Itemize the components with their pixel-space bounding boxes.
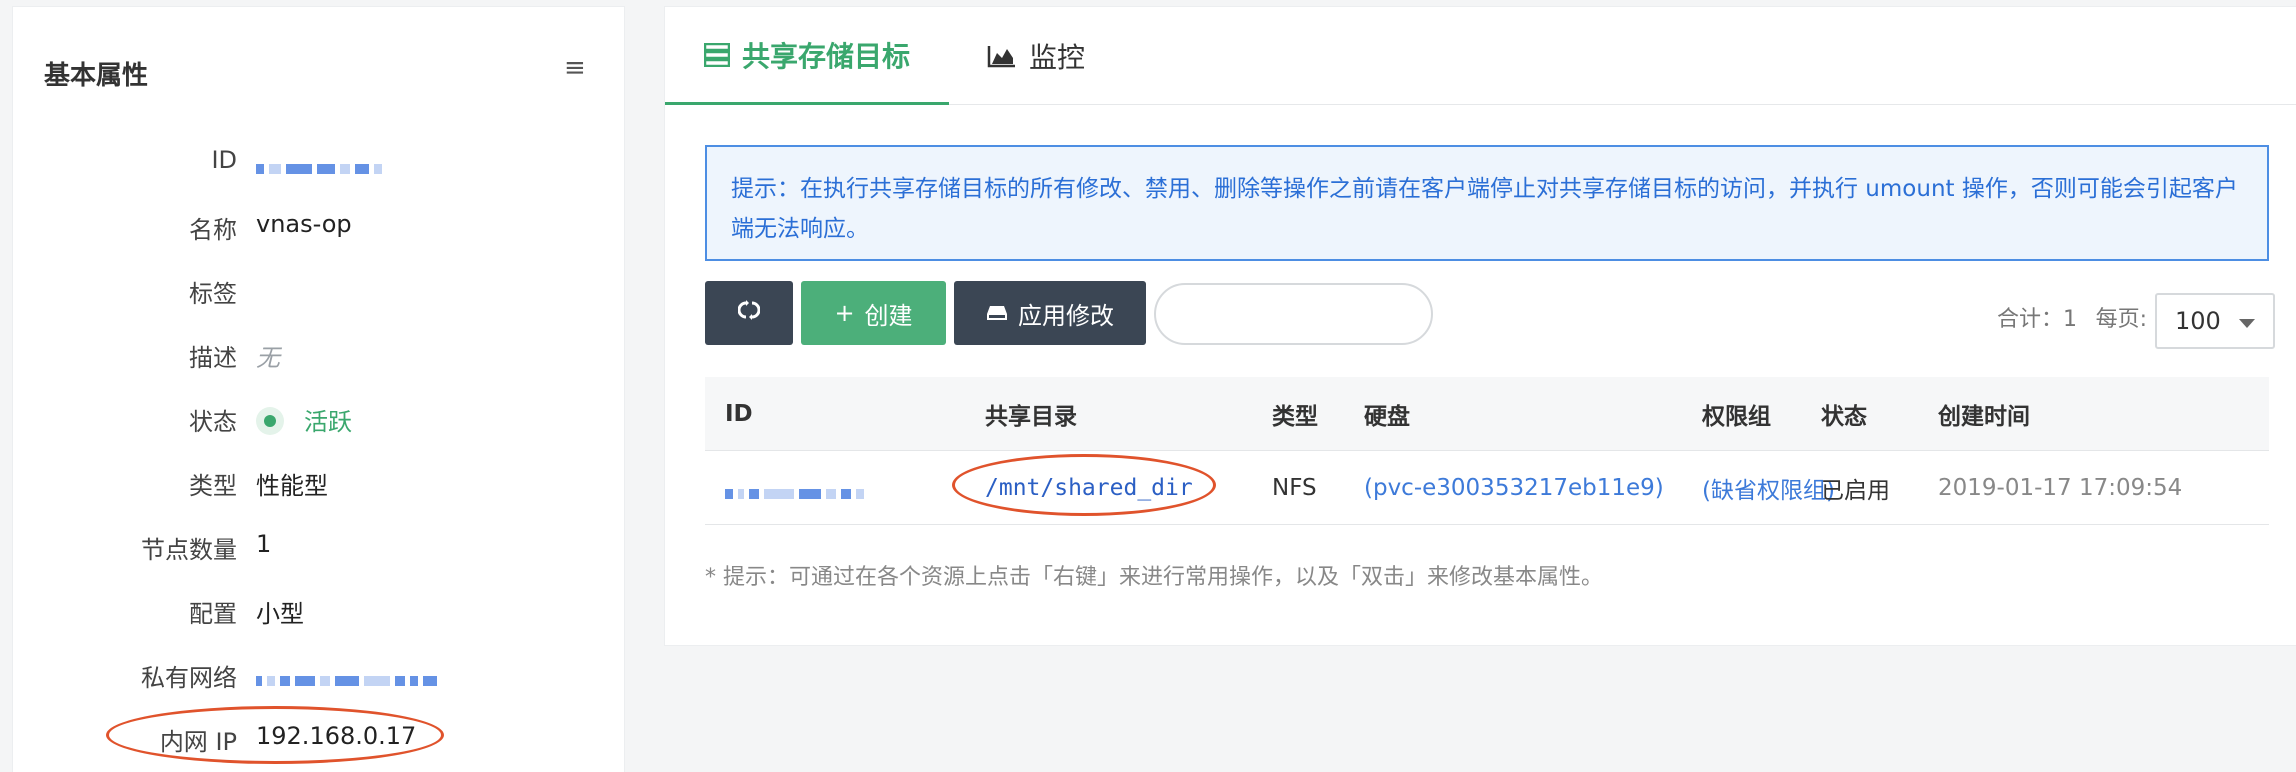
prop-label-private-ip: 内网 IP <box>159 728 237 756</box>
per-page-value: 100 <box>2175 307 2221 335</box>
prop-label-tags: 标签 <box>189 280 237 308</box>
prop-value-name: vnas-op <box>256 210 352 238</box>
refresh-button[interactable] <box>705 281 793 345</box>
cell-shared-dir: /mnt/shared_dir <box>985 475 1193 501</box>
search-input[interactable] <box>1154 283 1433 345</box>
prop-row-name: 名称 vnas-op <box>13 210 613 250</box>
prop-row-private-ip: 内网 IP 192.168.0.17 <box>13 722 613 762</box>
col-header-disk[interactable]: 硬盘 <box>1364 377 1410 451</box>
prop-row-type: 类型 性能型 <box>13 466 613 506</box>
col-header-type[interactable]: 类型 <box>1272 377 1318 451</box>
per-page-select[interactable]: 100 <box>2155 293 2275 349</box>
panel-title: 基本属性 <box>44 61 149 91</box>
cell-permission-group-link[interactable]: (缺省权限组) <box>1702 451 1835 525</box>
tab-monitoring-label: 监控 <box>1029 41 1086 74</box>
status-dot-icon <box>256 407 284 435</box>
prop-row-status: 状态 活跃 <box>13 402 613 442</box>
tab-shared-storage-targets[interactable]: 共享存储目标 <box>665 7 949 105</box>
table-row[interactable]: /mnt/shared_dir NFS (pvc-e300353217eb11e… <box>705 451 2269 525</box>
area-chart-icon <box>987 44 1017 68</box>
prop-value-private-ip: 192.168.0.17 <box>256 722 417 750</box>
col-header-id[interactable]: ID <box>725 377 753 451</box>
storage-icon <box>703 42 730 67</box>
refresh-icon <box>737 299 761 327</box>
cell-id-masked[interactable] <box>725 451 869 525</box>
tab-bar: 共享存储目标 监控 <box>665 7 2296 105</box>
prop-label-name: 名称 <box>189 216 237 244</box>
cell-disk-link[interactable]: (pvc-e300353217eb11e9) <box>1364 451 1664 525</box>
prop-value-config: 小型 <box>256 600 304 628</box>
prop-value-node-count: 1 <box>256 530 272 558</box>
prop-value-description: 无 <box>256 344 280 372</box>
total-count: 合计：1 <box>1997 307 2077 332</box>
plus-icon: + <box>834 299 855 327</box>
chevron-down-icon <box>2239 319 2255 328</box>
prop-value-status: 活跃 <box>256 402 352 437</box>
prop-row-node-count: 节点数量 1 <box>13 530 613 570</box>
prop-row-vpc: 私有网络 <box>13 658 613 698</box>
prop-row-description: 描述 无 <box>13 338 613 378</box>
tab-shared-storage-targets-label: 共享存储目标 <box>741 39 910 73</box>
main-panel: 共享存储目标 监控 提示：在执行共享存储目标的所有修改、禁用、删除等操作之前请在… <box>664 6 2296 646</box>
basic-properties-panel: 基本属性 ≡ ID 名称 vnas-op 标签 描述 无 状态 活跃 类型 性能… <box>12 6 625 772</box>
col-header-created-time[interactable]: 创建时间 <box>1938 377 2030 451</box>
prop-row-config: 配置 小型 <box>13 594 613 634</box>
storage-targets-table: ID 共享目录 类型 硬盘 权限组 状态 创建时间 /mnt/shared_di… <box>705 377 2269 525</box>
apply-changes-label: 应用修改 <box>1018 301 1114 330</box>
toolbar: + 创建 应用修改 合计：1 每页: 100 <box>705 281 2275 349</box>
prop-label-description: 描述 <box>189 344 237 372</box>
prop-label-status: 状态 <box>189 408 237 436</box>
hamburger-menu-icon[interactable]: ≡ <box>564 55 586 81</box>
create-button[interactable]: + 创建 <box>801 281 946 345</box>
status-text: 活跃 <box>304 408 352 436</box>
col-header-shared-dir[interactable]: 共享目录 <box>985 377 1077 451</box>
prop-row-id: ID <box>13 146 613 186</box>
prop-label-config: 配置 <box>189 600 237 628</box>
prop-value-type: 性能型 <box>256 472 328 500</box>
cell-type: NFS <box>1272 475 1317 501</box>
table-header: ID 共享目录 类型 硬盘 权限组 状态 创建时间 <box>705 377 2269 451</box>
usage-hint: * 提示：可通过在各个资源上点击「右键」来进行常用操作，以及「双击」来修改基本属… <box>705 565 1603 590</box>
warning-notice: 提示：在执行共享存储目标的所有修改、禁用、删除等操作之前请在客户端停止对共享存储… <box>705 145 2269 261</box>
cell-state: 已启用 <box>1821 478 1890 504</box>
prop-value-vpc-masked[interactable] <box>256 658 442 686</box>
prop-value-id-masked <box>256 146 387 174</box>
prop-label-vpc: 私有网络 <box>141 664 237 692</box>
create-button-label: 创建 <box>864 301 913 330</box>
hard-drive-icon <box>986 299 1008 327</box>
col-header-state[interactable]: 状态 <box>1821 377 1867 451</box>
tab-monitoring[interactable]: 监控 <box>987 7 1085 105</box>
cell-created-time: 2019-01-17 17:09:54 <box>1938 475 2183 501</box>
apply-changes-button[interactable]: 应用修改 <box>954 281 1146 345</box>
prop-label-id: ID <box>211 146 237 174</box>
col-header-permission-group[interactable]: 权限组 <box>1702 377 1771 451</box>
prop-label-node-count: 节点数量 <box>141 536 237 564</box>
prop-label-type: 类型 <box>189 472 237 500</box>
prop-row-tags: 标签 <box>13 274 613 314</box>
per-page-label: 每页: <box>2095 307 2147 332</box>
